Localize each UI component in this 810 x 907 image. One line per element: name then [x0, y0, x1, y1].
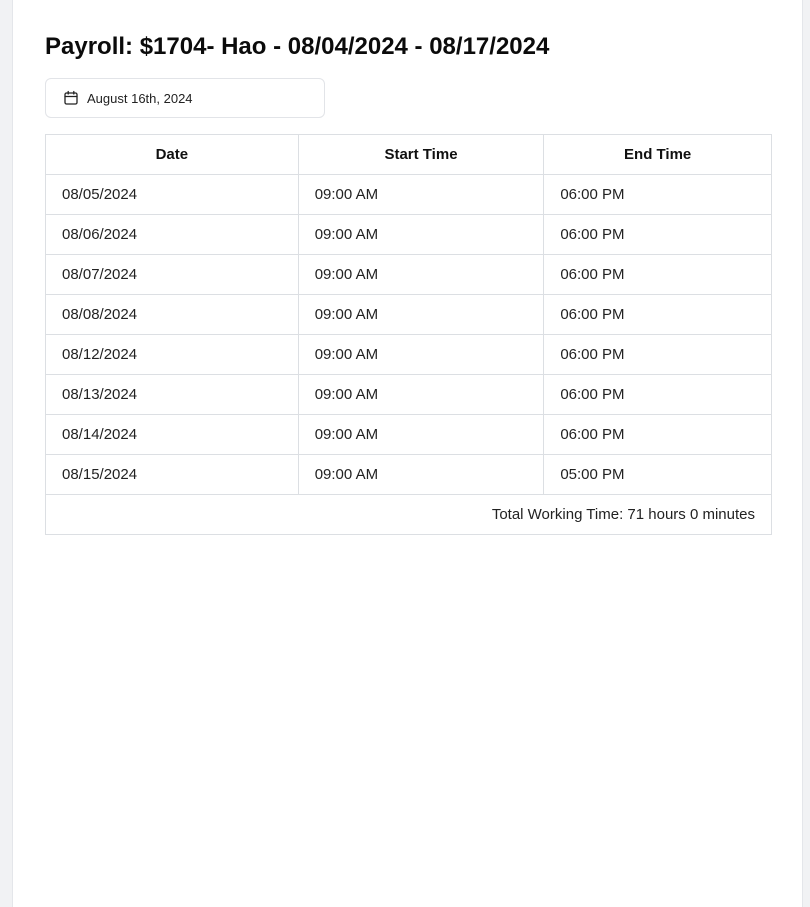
cell-date: 08/06/2024 [45, 214, 299, 255]
cell-start-time: 09:00 AM [297, 174, 545, 215]
header-end-time: End Time [543, 134, 772, 175]
cell-date: 08/14/2024 [45, 414, 299, 455]
cell-end-time: 06:00 PM [543, 414, 772, 455]
page-title: Payroll: $1704- Hao - 08/04/2024 - 08/17… [45, 33, 550, 60]
cell-date: 08/13/2024 [45, 374, 299, 415]
selected-date: August 16th, 2024 [87, 90, 193, 106]
header-start-time: Start Time [297, 134, 545, 175]
calendar-icon [63, 90, 79, 106]
table-row: 08/07/2024 09:00 AM 06:00 PM [45, 254, 772, 295]
cell-date: 08/07/2024 [45, 254, 299, 295]
cell-end-time: 06:00 PM [543, 254, 772, 295]
cell-start-time: 09:00 AM [297, 414, 545, 455]
cell-end-time: 06:00 PM [543, 294, 772, 335]
cell-end-time: 06:00 PM [543, 174, 772, 215]
cell-date: 08/05/2024 [45, 174, 299, 215]
cell-end-time: 06:00 PM [543, 214, 772, 255]
table-header-row: Date Start Time End Time [45, 134, 772, 175]
table-row: 08/15/2024 09:00 AM 05:00 PM [45, 454, 772, 495]
cell-start-time: 09:00 AM [297, 214, 545, 255]
cell-start-time: 09:00 AM [297, 334, 545, 375]
table-row: 08/12/2024 09:00 AM 06:00 PM [45, 334, 772, 375]
cell-start-time: 09:00 AM [297, 454, 545, 495]
main-panel: Payroll: $1704- Hao - 08/04/2024 - 08/17… [12, 0, 803, 907]
cell-start-time: 09:00 AM [297, 374, 545, 415]
cell-date: 08/08/2024 [45, 294, 299, 335]
cell-end-time: 06:00 PM [543, 334, 772, 375]
date-picker-button[interactable]: August 16th, 2024 [45, 78, 325, 118]
table-row: 08/05/2024 09:00 AM 06:00 PM [45, 174, 772, 215]
total-working-time: Total Working Time: 71 hours 0 minutes [45, 494, 772, 535]
cell-end-time: 06:00 PM [543, 374, 772, 415]
table-row: 08/06/2024 09:00 AM 06:00 PM [45, 214, 772, 255]
table-row: 08/08/2024 09:00 AM 06:00 PM [45, 294, 772, 335]
cell-start-time: 09:00 AM [297, 254, 545, 295]
cell-start-time: 09:00 AM [297, 294, 545, 335]
table-row: 08/14/2024 09:00 AM 06:00 PM [45, 414, 772, 455]
cell-date: 08/12/2024 [45, 334, 299, 375]
header-date: Date [45, 134, 299, 175]
cell-date: 08/15/2024 [45, 454, 299, 495]
cell-end-time: 05:00 PM [543, 454, 772, 495]
total-row: Total Working Time: 71 hours 0 minutes [45, 494, 772, 535]
timesheet-table: Date Start Time End Time 08/05/2024 09:0… [45, 134, 772, 535]
table-row: 08/13/2024 09:00 AM 06:00 PM [45, 374, 772, 415]
